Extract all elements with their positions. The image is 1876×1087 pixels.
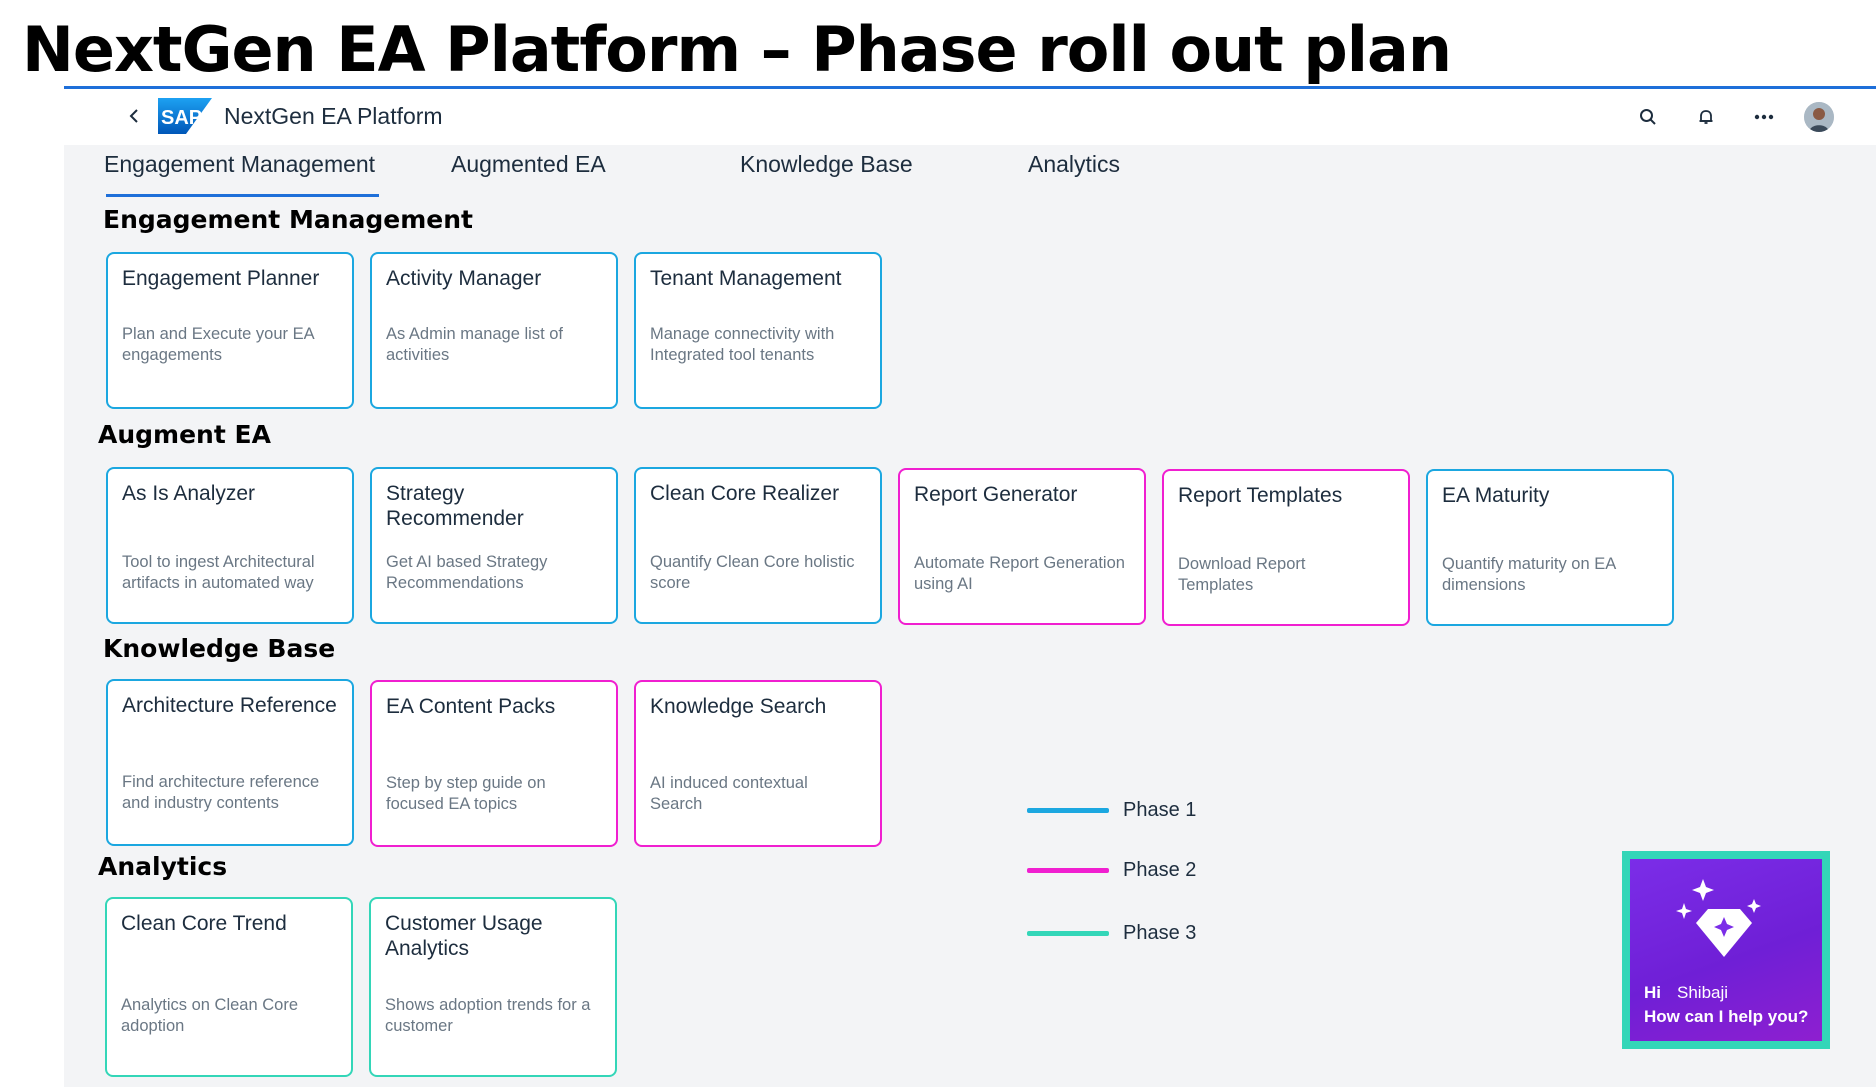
search-icon (1640, 109, 1656, 125)
section-title-knowledge-base: Knowledge Base (103, 634, 336, 663)
card-title: Clean Core Realizer (650, 482, 840, 505)
legend-label: Phase 3 (1123, 922, 1197, 944)
card-title: Knowledge Search (650, 695, 827, 718)
card-title: Engagement Planner (122, 267, 320, 290)
slide-title: NextGen EA Platform – Phase roll out pla… (22, 13, 1452, 86)
section-title-augment-ea: Augment EA (98, 420, 271, 449)
card-description: Plan and Execute your EA engagements (122, 325, 314, 364)
assistant-prompt: How can I help you? (1644, 1007, 1809, 1026)
card-tenant-management[interactable]: Tenant Management Manage connectivity wi… (634, 252, 882, 409)
card-description: Shows adoption trends for a customer (385, 996, 591, 1035)
card-title: Strategy Recommender (386, 482, 524, 530)
sparkle-diamond-icon (1676, 879, 1761, 957)
shell-bar: SAP NextGen EA Platform (64, 89, 1876, 145)
legend-item-phase-1: Phase 1 (1027, 799, 1196, 822)
card-activity-manager[interactable]: Activity Manager As Admin manage list of… (370, 252, 618, 409)
section-title-analytics: Analytics (98, 852, 228, 881)
tab-bar: Engagement Management Augmented EA Knowl… (64, 145, 1876, 201)
card-title: Tenant Management (650, 267, 842, 290)
card-description: Step by step guide on focused EA topics (386, 774, 546, 813)
more-icon (1754, 114, 1774, 120)
card-title: As Is Analyzer (122, 482, 256, 505)
card-description: Quantify maturity on EA dimensions (1442, 555, 1616, 594)
card-description: Analytics on Clean Core adoption (121, 996, 299, 1035)
back-button[interactable] (120, 101, 150, 131)
legend-label: Phase 2 (1123, 859, 1197, 881)
greeting-text: Hi (1644, 983, 1661, 1002)
card-customer-usage-analytics[interactable]: Customer Usage Analytics Shows adoption … (369, 897, 617, 1077)
card-description: Automate Report Generation using AI (914, 554, 1125, 593)
card-title: EA Content Packs (386, 695, 556, 718)
card-title: Architecture Reference (122, 694, 337, 717)
legend-swatch (1027, 931, 1109, 936)
selected-tab-indicator (106, 194, 379, 197)
legend-item-phase-3: Phase 3 (1027, 922, 1196, 945)
section-title-engagement-management: Engagement Management (103, 205, 473, 234)
card-clean-core-trend[interactable]: Clean Core Trend Analytics on Clean Core… (105, 897, 353, 1077)
card-description: Get AI based Strategy Recommendations (386, 553, 548, 592)
card-ea-maturity[interactable]: EA Maturity Quantify maturity on EA dime… (1426, 469, 1674, 626)
notifications-button[interactable] (1688, 99, 1724, 135)
card-title: Report Templates (1178, 484, 1343, 507)
card-description: AI induced contextual Search (650, 774, 808, 813)
card-engagement-planner[interactable]: Engagement Planner Plan and Execute your… (106, 252, 354, 409)
tab-engagement-management[interactable]: Engagement Management (104, 151, 375, 178)
ai-assistant-widget[interactable]: Hi Shibaji How can I help you? (1622, 851, 1830, 1049)
app-window: SAP NextGen EA Platform Engagement Manag… (64, 89, 1876, 1087)
user-name: Shibaji (1677, 983, 1729, 1002)
user-icon (1804, 102, 1834, 132)
card-clean-core-realizer[interactable]: Clean Core Realizer Quantify Clean Core … (634, 467, 882, 624)
card-description: Manage connectivity with Integrated tool… (650, 325, 835, 364)
user-avatar[interactable] (1804, 102, 1834, 132)
card-title: Activity Manager (386, 267, 542, 290)
legend-item-phase-2: Phase 2 (1027, 859, 1196, 882)
card-title: EA Maturity (1442, 484, 1550, 507)
card-as-is-analyzer[interactable]: As Is Analyzer Tool to ingest Architectu… (106, 467, 354, 624)
bell-icon (1699, 110, 1713, 124)
card-ea-content-packs[interactable]: EA Content Packs Step by step guide on f… (370, 680, 618, 847)
legend-swatch (1027, 808, 1109, 813)
card-report-templates[interactable]: Report Templates Download Report Templat… (1162, 469, 1410, 626)
card-title: Clean Core Trend (121, 912, 287, 935)
sap-logo: SAP (158, 98, 212, 134)
app-title: NextGen EA Platform (224, 103, 443, 129)
tab-knowledge-base[interactable]: Knowledge Base (740, 151, 913, 178)
search-button[interactable] (1630, 99, 1666, 135)
card-description: Download Report Templates (1178, 555, 1306, 594)
card-description: Tool to ingest Architectural artifacts i… (122, 553, 315, 592)
tab-augmented-ea[interactable]: Augmented EA (451, 151, 606, 178)
legend-swatch (1027, 868, 1109, 873)
shell-actions (1630, 99, 1834, 135)
card-knowledge-search[interactable]: Knowledge Search AI induced contextual S… (634, 680, 882, 847)
assistant-greeting: Hi Shibaji (1644, 983, 1728, 1003)
card-architecture-reference[interactable]: Architecture Reference Find architecture… (106, 679, 354, 846)
more-button[interactable] (1746, 99, 1782, 135)
card-description: As Admin manage list of activities (386, 325, 564, 364)
card-description: Find architecture reference and industry… (122, 773, 320, 812)
ai-assistant-panel: Hi Shibaji How can I help you? (1630, 859, 1822, 1041)
card-title: Customer Usage Analytics (385, 912, 543, 960)
card-description: Quantify Clean Core holistic score (650, 553, 855, 592)
svg-text:SAP: SAP (161, 107, 202, 129)
legend-label: Phase 1 (1123, 799, 1197, 821)
card-report-generator[interactable]: Report Generator Automate Report Generat… (898, 468, 1146, 625)
tab-analytics[interactable]: Analytics (1028, 151, 1120, 178)
card-strategy-recommender[interactable]: Strategy Recommender Get AI based Strate… (370, 467, 618, 624)
card-title: Report Generator (914, 483, 1078, 506)
back-icon (129, 109, 138, 123)
